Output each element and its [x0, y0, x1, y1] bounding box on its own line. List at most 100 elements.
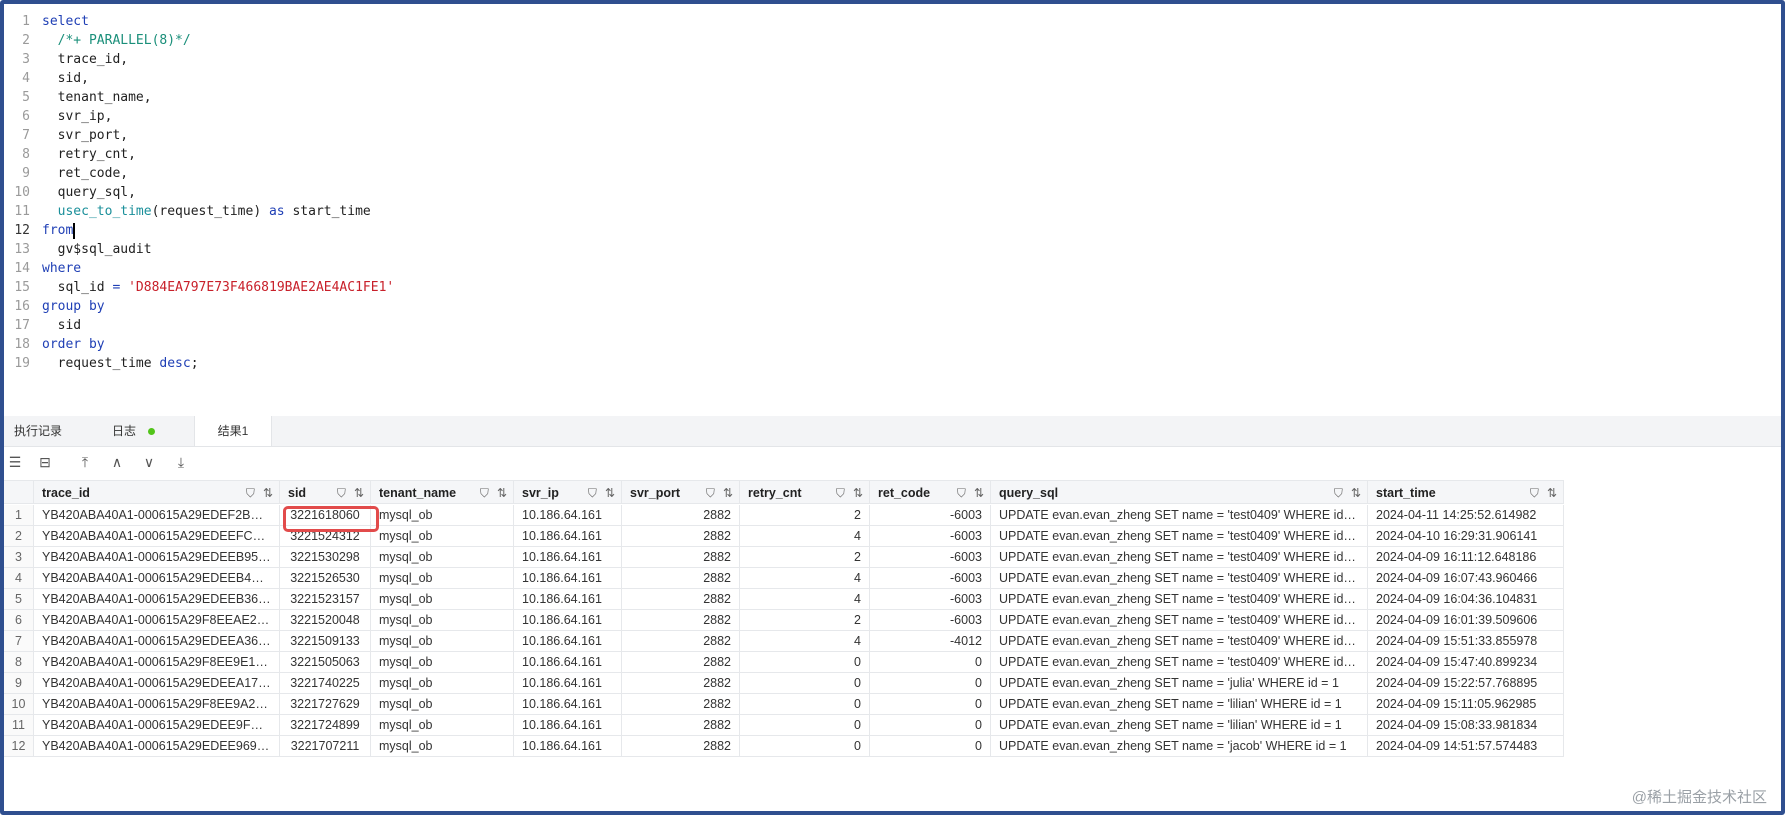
cell-retry_cnt[interactable]: 0 [740, 694, 870, 715]
prev-icon[interactable]: ∧ [108, 453, 126, 471]
cell-sid[interactable]: 3221509133 [280, 631, 371, 652]
cell-trace_id[interactable]: YB420ABA40A1-000615A29EDEE9FD-0... [34, 715, 280, 736]
column-header-retry_cnt[interactable]: retry_cnt ⛉ ⇅ [740, 480, 870, 504]
table-row[interactable]: 11 YB420ABA40A1-000615A29EDEE9FD-0... 3221… [4, 715, 1759, 736]
cell-svr_ip[interactable]: 10.186.64.161 [514, 526, 622, 547]
cell-trace_id[interactable]: YB420ABA40A1-000615A29EDEEFC9-0... [34, 526, 280, 547]
table-row[interactable]: 5 YB420ABA40A1-000615A29EDEEB36-0... 32215… [4, 589, 1759, 610]
columns-icon[interactable]: ☰ [6, 453, 24, 471]
cell-ret_code[interactable]: -6003 [870, 610, 991, 631]
scroll-top-icon[interactable]: ⤒ [76, 453, 94, 471]
cell-retry_cnt[interactable]: 2 [740, 547, 870, 568]
column-header-start_time[interactable]: start_time ⛉ ⇅ [1368, 480, 1564, 504]
cell-tenant_name[interactable]: mysql_ob [371, 736, 514, 757]
cell-ret_code[interactable]: -6003 [870, 568, 991, 589]
cell-sid[interactable]: 3221523157 [280, 589, 371, 610]
cell-query_sql[interactable]: UPDATE evan.evan_zheng SET name = 'jacob… [991, 736, 1368, 757]
cell-ret_code[interactable]: -4012 [870, 631, 991, 652]
cell-svr_port[interactable]: 2882 [622, 568, 740, 589]
cell-query_sql[interactable]: UPDATE evan.evan_zheng SET name = 'test0… [991, 526, 1368, 547]
cell-retry_cnt[interactable]: 0 [740, 673, 870, 694]
sort-icon[interactable]: ⇅ [853, 486, 863, 500]
cell-svr_ip[interactable]: 10.186.64.161 [514, 568, 622, 589]
table-row[interactable]: 8 YB420ABA40A1-000615A29F8EE9E1-0... 32215… [4, 652, 1759, 673]
cell-retry_cnt[interactable]: 0 [740, 652, 870, 673]
cell-svr_ip[interactable]: 10.186.64.161 [514, 673, 622, 694]
cell-tenant_name[interactable]: mysql_ob [371, 568, 514, 589]
cell-trace_id[interactable]: YB420ABA40A1-000615A29EDEE969-0... [34, 736, 280, 757]
tab-result-1[interactable]: 结果1 [194, 416, 272, 446]
cell-svr_ip[interactable]: 10.186.64.161 [514, 652, 622, 673]
cell-ret_code[interactable]: 0 [870, 694, 991, 715]
column-header-ret_code[interactable]: ret_code ⛉ ⇅ [870, 480, 991, 504]
cell-tenant_name[interactable]: mysql_ob [371, 589, 514, 610]
cell-svr_port[interactable]: 2882 [622, 505, 740, 526]
table-row[interactable]: 7 YB420ABA40A1-000615A29EDEEA36-0... 32215… [4, 631, 1759, 652]
cell-trace_id[interactable]: YB420ABA40A1-000615A29F8EE9A2-0... [34, 694, 280, 715]
sort-icon[interactable]: ⇅ [605, 486, 615, 500]
cell-start_time[interactable]: 2024-04-09 16:01:39.509606 [1368, 610, 1564, 631]
cell-tenant_name[interactable]: mysql_ob [371, 526, 514, 547]
table-row[interactable]: 1 YB420ABA40A1-000615A29EDEF2BA-0... 32216… [4, 505, 1759, 526]
cell-svr_port[interactable]: 2882 [622, 610, 740, 631]
column-header-svr_ip[interactable]: svr_ip ⛉ ⇅ [514, 480, 622, 504]
filter-icon[interactable]: ⛉ [588, 486, 597, 500]
cell-ret_code[interactable]: 0 [870, 715, 991, 736]
column-header-trace_id[interactable]: trace_id ⛉ ⇅ [34, 480, 280, 504]
cell-query_sql[interactable]: UPDATE evan.evan_zheng SET name = 'test0… [991, 568, 1368, 589]
cell-sid[interactable]: 3221530298 [280, 547, 371, 568]
cell-svr_port[interactable]: 2882 [622, 547, 740, 568]
sort-icon[interactable]: ⇅ [1351, 486, 1361, 500]
table-row[interactable]: 10 YB420ABA40A1-000615A29F8EE9A2-0... 3221… [4, 694, 1759, 715]
cell-start_time[interactable]: 2024-04-09 15:08:33.981834 [1368, 715, 1564, 736]
sort-icon[interactable]: ⇅ [497, 486, 507, 500]
cell-ret_code[interactable]: -6003 [870, 505, 991, 526]
tab-log[interactable]: 日志 [112, 416, 182, 446]
tab-execution-history[interactable]: 执行记录 [14, 416, 94, 446]
cell-tenant_name[interactable]: mysql_ob [371, 547, 514, 568]
cell-sid[interactable]: 3221505063 [280, 652, 371, 673]
cell-retry_cnt[interactable]: 4 [740, 589, 870, 610]
sort-icon[interactable]: ⇅ [1547, 486, 1557, 500]
column-header-sid[interactable]: sid ⛉ ⇅ [280, 480, 371, 504]
cell-svr_ip[interactable]: 10.186.64.161 [514, 610, 622, 631]
sort-icon[interactable]: ⇅ [354, 486, 364, 500]
cell-svr_ip[interactable]: 10.186.64.161 [514, 505, 622, 526]
cell-tenant_name[interactable]: mysql_ob [371, 694, 514, 715]
cell-tenant_name[interactable]: mysql_ob [371, 505, 514, 526]
cell-query_sql[interactable]: UPDATE evan.evan_zheng SET name = 'test0… [991, 505, 1368, 526]
cell-retry_cnt[interactable]: 4 [740, 526, 870, 547]
cell-svr_ip[interactable]: 10.186.64.161 [514, 694, 622, 715]
cell-sid[interactable]: 3221526530 [280, 568, 371, 589]
cell-svr_port[interactable]: 2882 [622, 589, 740, 610]
cell-ret_code[interactable]: 0 [870, 736, 991, 757]
filter-icon[interactable]: ⛉ [957, 486, 966, 500]
table-row[interactable]: 9 YB420ABA40A1-000615A29EDEEA17-0... 32217… [4, 673, 1759, 694]
cell-retry_cnt[interactable]: 4 [740, 568, 870, 589]
cell-svr_ip[interactable]: 10.186.64.161 [514, 715, 622, 736]
cell-query_sql[interactable]: UPDATE evan.evan_zheng SET name = 'julia… [991, 673, 1368, 694]
tree-icon[interactable]: ⊟ [36, 453, 54, 471]
cell-ret_code[interactable]: 0 [870, 673, 991, 694]
cell-tenant_name[interactable]: mysql_ob [371, 652, 514, 673]
cell-svr_ip[interactable]: 10.186.64.161 [514, 631, 622, 652]
sort-icon[interactable]: ⇅ [263, 486, 273, 500]
cell-tenant_name[interactable]: mysql_ob [371, 673, 514, 694]
cell-start_time[interactable]: 2024-04-09 16:07:43.960466 [1368, 568, 1564, 589]
cell-svr_port[interactable]: 2882 [622, 736, 740, 757]
filter-icon[interactable]: ⛉ [1334, 486, 1343, 500]
cell-ret_code[interactable]: -6003 [870, 589, 991, 610]
column-header-query_sql[interactable]: query_sql ⛉ ⇅ [991, 480, 1368, 504]
cell-retry_cnt[interactable]: 2 [740, 610, 870, 631]
cell-trace_id[interactable]: YB420ABA40A1-000615A29EDEEA36-0... [34, 631, 280, 652]
cell-svr_port[interactable]: 2882 [622, 694, 740, 715]
cell-start_time[interactable]: 2024-04-09 16:04:36.104831 [1368, 589, 1564, 610]
cell-svr_ip[interactable]: 10.186.64.161 [514, 547, 622, 568]
table-row[interactable]: 6 YB420ABA40A1-000615A29F8EEAE2-0... 32215… [4, 610, 1759, 631]
table-row[interactable]: 4 YB420ABA40A1-000615A29EDEEB4C-... 322152… [4, 568, 1759, 589]
cell-svr_port[interactable]: 2882 [622, 526, 740, 547]
cell-ret_code[interactable]: -6003 [870, 547, 991, 568]
cell-svr_ip[interactable]: 10.186.64.161 [514, 589, 622, 610]
cell-retry_cnt[interactable]: 4 [740, 631, 870, 652]
table-row[interactable]: 12 YB420ABA40A1-000615A29EDEE969-0... 3221… [4, 736, 1759, 757]
